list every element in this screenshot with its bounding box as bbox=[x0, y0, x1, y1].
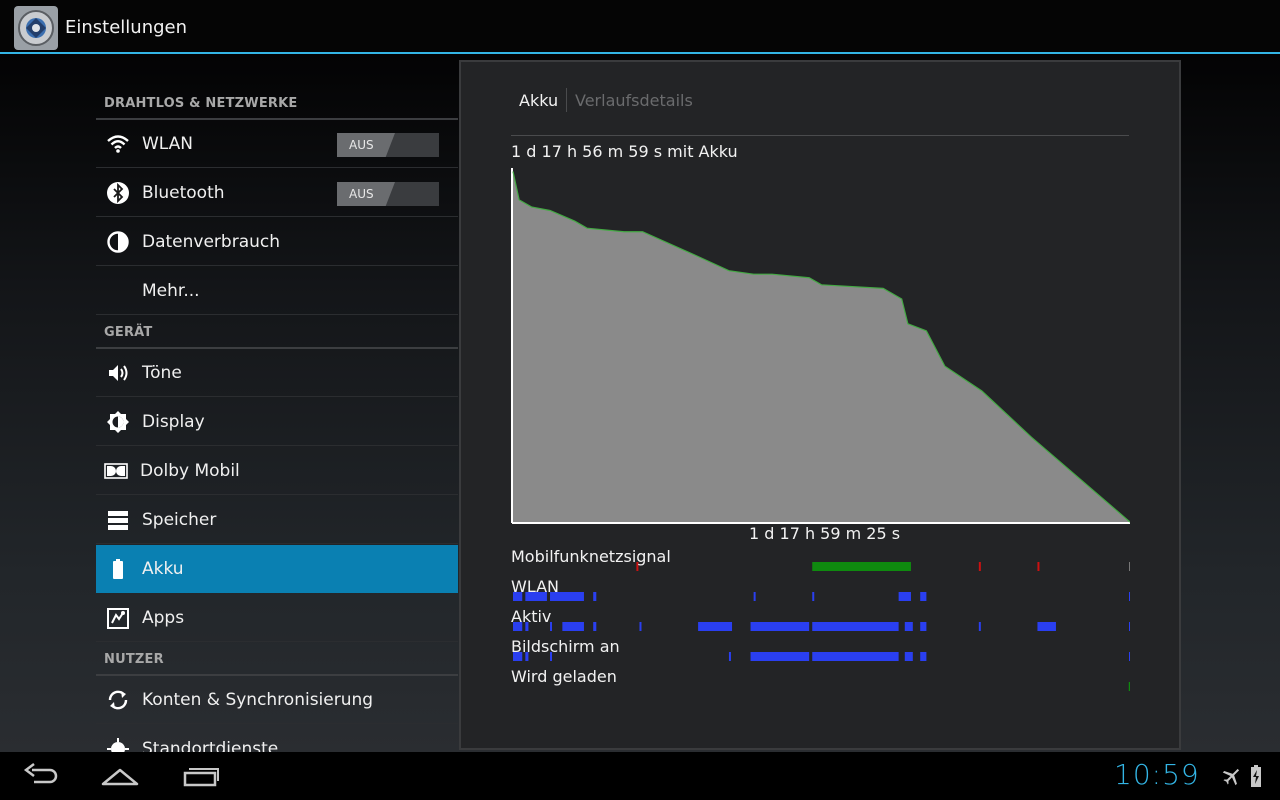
recent-apps-icon[interactable] bbox=[182, 760, 220, 792]
system-navigation-bar: 10:59 bbox=[0, 752, 1280, 800]
settings-list: DRAHTLOS & NETZWERKE WLAN AUS Bluetooth bbox=[96, 54, 458, 752]
settings-item-dolby[interactable]: Dolby Mobil bbox=[96, 447, 458, 495]
on-battery-duration: 1 d 17 h 56 m 59 s mit Akku bbox=[511, 142, 738, 161]
signal-bar-mobile-weak bbox=[1037, 562, 1040, 571]
settings-item-label: Töne bbox=[142, 363, 182, 383]
wlan-toggle[interactable]: AUS bbox=[337, 133, 439, 157]
signal-bar-screen-on bbox=[920, 652, 927, 661]
dolby-icon bbox=[104, 463, 128, 479]
settings-item-display[interactable]: Display bbox=[96, 398, 458, 446]
settings-item-storage[interactable]: Speicher bbox=[96, 496, 458, 544]
settings-item-label: Akku bbox=[142, 559, 184, 579]
settings-item-label: WLAN bbox=[142, 134, 194, 154]
battery-history-chart[interactable] bbox=[510, 165, 1130, 695]
signal-bar-wlan bbox=[753, 592, 756, 601]
brightness-icon bbox=[107, 411, 129, 433]
battery-icon bbox=[113, 559, 123, 579]
settings-item-label: Mehr... bbox=[142, 281, 200, 301]
settings-item-accounts[interactable]: Konten & Synchronisierung bbox=[96, 676, 458, 724]
signal-end-mark bbox=[1129, 652, 1130, 661]
signal-label-screen-on: Bildschirm an bbox=[511, 637, 620, 656]
settings-item-battery[interactable]: Akku bbox=[96, 545, 458, 593]
settings-item-location[interactable]: Standortdienste bbox=[96, 725, 458, 752]
tab-battery[interactable]: Akku bbox=[519, 91, 558, 110]
location-icon bbox=[107, 738, 129, 752]
tab-separator bbox=[566, 88, 567, 112]
airplane-mode-icon bbox=[1222, 768, 1240, 786]
signal-bar-awake bbox=[1037, 622, 1056, 631]
signal-label-awake: Aktiv bbox=[511, 607, 552, 626]
settings-content: DRAHTLOS & NETZWERKE WLAN AUS Bluetooth bbox=[0, 54, 1280, 752]
storage-icon bbox=[108, 511, 128, 530]
speaker-icon bbox=[109, 365, 128, 381]
signal-bar-awake bbox=[639, 622, 642, 631]
signal-end-mark bbox=[1129, 622, 1130, 631]
settings-item-label: Datenverbrauch bbox=[142, 232, 281, 252]
signal-end-mark bbox=[1129, 592, 1130, 601]
signal-label-wlan: WLAN bbox=[511, 577, 560, 596]
data-usage-icon bbox=[107, 231, 129, 253]
settings-item-label: Standortdienste bbox=[142, 739, 279, 752]
action-bar: Einstellungen bbox=[0, 0, 1280, 54]
divider bbox=[511, 135, 1129, 136]
settings-item-label: Display bbox=[142, 412, 205, 432]
settings-item-label: Konten & Synchronisierung bbox=[142, 690, 374, 710]
signal-bar-mobile-weak bbox=[978, 562, 981, 571]
signal-bar-awake bbox=[978, 622, 981, 631]
battery-level-area bbox=[513, 171, 1130, 523]
settings-gear-icon[interactable] bbox=[13, 5, 59, 51]
signal-bar-awake bbox=[593, 622, 597, 631]
settings-item-label: Speicher bbox=[142, 510, 217, 530]
signal-label-mobile: Mobilfunknetzsignal bbox=[511, 547, 671, 566]
signal-bar-mobile bbox=[812, 562, 911, 571]
signal-bar-awake bbox=[920, 622, 927, 631]
toggle-label: AUS bbox=[349, 138, 374, 152]
settings-item-sound[interactable]: Töne bbox=[96, 349, 458, 397]
apps-icon bbox=[107, 608, 129, 629]
signal-bar-screen-on bbox=[750, 652, 810, 661]
time-on-battery: 1 d 17 h 59 m 25 s bbox=[749, 524, 901, 543]
settings-item-wlan[interactable]: WLAN AUS bbox=[96, 120, 458, 168]
back-icon[interactable] bbox=[22, 760, 60, 792]
signal-bar-awake bbox=[698, 622, 733, 631]
signal-bar-screen-on bbox=[812, 652, 899, 661]
tab-history-details[interactable]: Verlaufsdetails bbox=[575, 91, 693, 110]
settings-item-bluetooth[interactable]: Bluetooth AUS bbox=[96, 169, 458, 217]
settings-item-more[interactable]: Mehr... bbox=[96, 267, 458, 315]
signal-bar-awake bbox=[562, 622, 584, 631]
signal-bar-awake bbox=[750, 622, 810, 631]
settings-item-label: Bluetooth bbox=[142, 183, 225, 203]
signal-bar-charging bbox=[1128, 682, 1130, 691]
home-icon[interactable] bbox=[100, 760, 140, 792]
settings-item-label: Dolby Mobil bbox=[140, 461, 240, 481]
settings-item-label: Apps bbox=[142, 608, 185, 628]
bluetooth-icon bbox=[107, 182, 129, 204]
category-device: GERÄT bbox=[104, 325, 153, 340]
signal-label-charging: Wird geladen bbox=[511, 667, 617, 686]
battery-panel: Akku Verlaufsdetails 1 d 17 h 56 m 59 s … bbox=[459, 60, 1181, 750]
signal-bar-wlan bbox=[920, 592, 927, 601]
settings-item-apps[interactable]: Apps bbox=[96, 594, 458, 642]
battery-charging-icon bbox=[1251, 765, 1261, 787]
bluetooth-toggle[interactable]: AUS bbox=[337, 182, 439, 206]
toggle-label: AUS bbox=[349, 187, 374, 201]
signal-bar-awake bbox=[904, 622, 913, 631]
signal-bar-wlan bbox=[812, 592, 815, 601]
signal-bar-wlan bbox=[593, 592, 597, 601]
signal-bar-screen-on bbox=[904, 652, 913, 661]
settings-item-data-usage[interactable]: Datenverbrauch bbox=[96, 218, 458, 266]
category-wireless: DRAHTLOS & NETZWERKE bbox=[104, 96, 298, 111]
signal-end-mark bbox=[1129, 562, 1130, 571]
clock[interactable]: 10:59 bbox=[1114, 758, 1200, 791]
page-title: Einstellungen bbox=[65, 17, 188, 38]
signal-bar-wlan bbox=[898, 592, 911, 601]
category-users: NUTZER bbox=[104, 652, 164, 667]
signal-bar-screen-on bbox=[728, 652, 731, 661]
wifi-icon bbox=[107, 135, 129, 153]
sync-icon bbox=[108, 690, 128, 710]
signal-bar-awake bbox=[812, 622, 899, 631]
